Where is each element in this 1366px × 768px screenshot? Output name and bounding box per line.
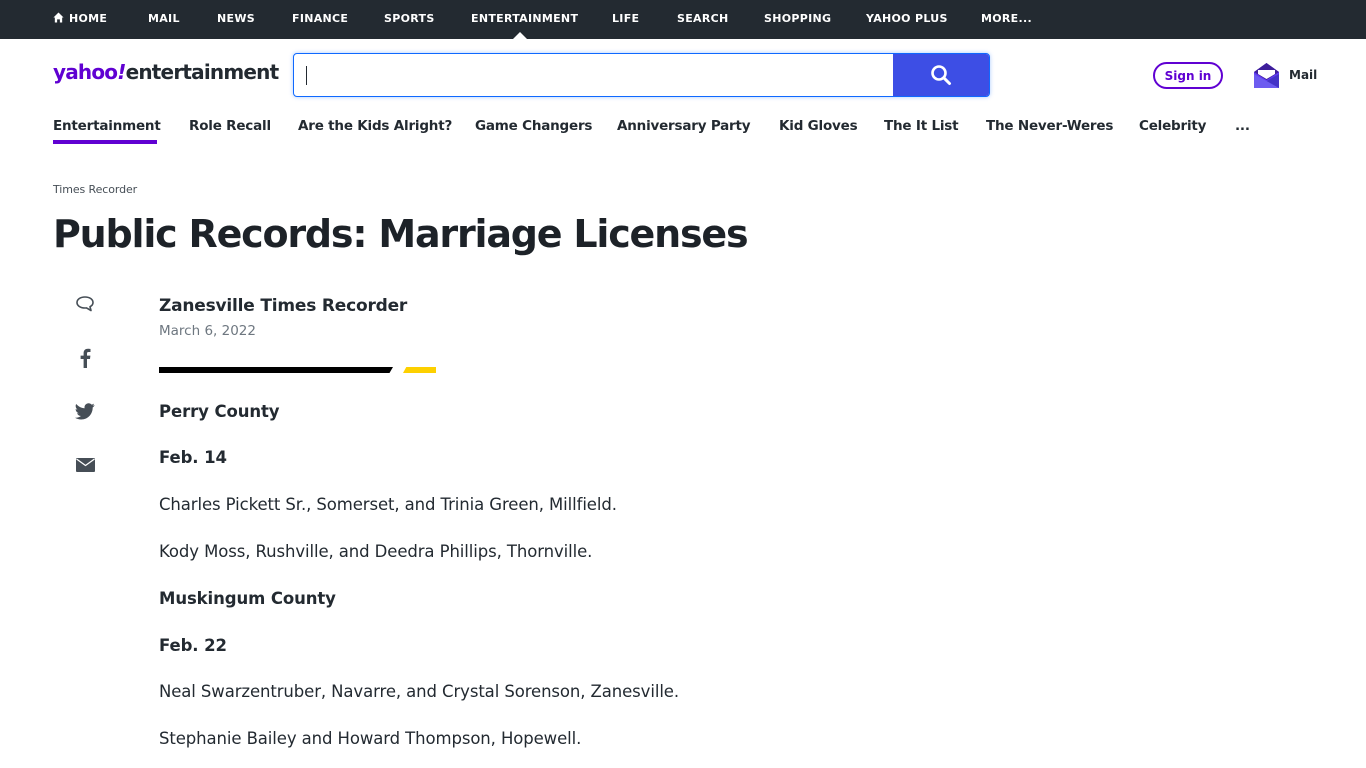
paragraph-license-entry: Charles Pickett Sr., Somerset, and Trini… [159, 495, 617, 514]
comment-button[interactable] [73, 292, 97, 316]
facebook-share-button[interactable] [73, 346, 97, 370]
sign-in-button[interactable]: Sign in [1153, 62, 1223, 89]
facebook-icon [80, 348, 91, 368]
home-icon [53, 12, 64, 23]
author-name: Zanesville Times Recorder [159, 296, 408, 316]
paragraph-date-heading: Feb. 22 [159, 636, 227, 655]
subnav-item-kid-gloves[interactable]: Kid Gloves [779, 118, 858, 134]
topnav-item-search[interactable]: SEARCH [677, 12, 729, 25]
email-icon [75, 458, 95, 472]
byline-divider [159, 367, 393, 373]
subnav-active-indicator [53, 140, 157, 144]
paragraph-license-entry: Neal Swarzentruber, Navarre, and Crystal… [159, 682, 679, 701]
subnav-item-anniversary-party[interactable]: Anniversary Party [617, 118, 751, 134]
search-input[interactable] [294, 54, 894, 96]
topnav-item-mail[interactable]: MAIL [148, 12, 180, 25]
byline-divider-accent [403, 367, 436, 373]
article-title: Public Records: Marriage Licenses [53, 212, 749, 256]
active-caret [513, 32, 527, 39]
topnav-item-finance[interactable]: FINANCE [292, 12, 348, 25]
topnav-item-sports[interactable]: SPORTS [384, 12, 435, 25]
subnav-item-celebrity[interactable]: Celebrity [1139, 118, 1206, 134]
yahoo-entertainment-logo[interactable]: yahoo!entertainment [53, 60, 280, 84]
paragraph-county-heading: Muskingum County [159, 589, 336, 608]
logo-bang: ! [117, 60, 126, 84]
logo-brand: yahoo [53, 60, 118, 84]
top-nav: HOME MAIL NEWS FINANCE SPORTS ENTERTAINM… [0, 0, 1366, 39]
subnav-more-button[interactable]: ... [1235, 118, 1250, 134]
mail-label: Mail [1289, 68, 1318, 82]
comment-icon [76, 296, 94, 312]
subnav-item-role-recall[interactable]: Role Recall [189, 118, 271, 134]
twitter-share-button[interactable] [73, 399, 97, 423]
publish-date: March 6, 2022 [159, 323, 256, 339]
subnav-item-entertainment[interactable]: Entertainment [53, 118, 161, 134]
search-icon [931, 65, 951, 85]
topnav-item-home[interactable]: HOME [53, 12, 107, 25]
provider-link[interactable]: Times Recorder [53, 183, 137, 196]
search-box [293, 53, 990, 97]
paragraph-license-entry: Kody Moss, Rushville, and Deedra Phillip… [159, 542, 593, 561]
paragraph-license-entry: Stephanie Bailey and Howard Thompson, Ho… [159, 729, 582, 748]
mail-link[interactable]: Mail [1254, 62, 1317, 88]
search-button[interactable] [893, 54, 989, 96]
logo-section: entertainment [125, 60, 280, 84]
topnav-item-shopping[interactable]: SHOPPING [764, 12, 831, 25]
topnav-item-entertainment[interactable]: ENTERTAINMENT [471, 12, 578, 25]
subnav-item-are-the-kids-alright[interactable]: Are the Kids Alright? [298, 118, 452, 134]
paragraph-county-heading: Perry County [159, 402, 280, 421]
topnav-item-news[interactable]: NEWS [217, 12, 255, 25]
topnav-item-label: HOME [69, 12, 108, 25]
subnav-item-the-never-weres[interactable]: The Never-Weres [986, 118, 1113, 134]
text-cursor [306, 66, 307, 85]
topnav-item-more[interactable]: MORE... [981, 12, 1032, 25]
topnav-item-life[interactable]: LIFE [612, 12, 639, 25]
mail-envelope-icon [1254, 63, 1279, 88]
topnav-item-yahoo-plus[interactable]: YAHOO PLUS [866, 12, 948, 25]
subnav-item-the-it-list[interactable]: The It List [884, 118, 959, 134]
paragraph-date-heading: Feb. 14 [159, 448, 227, 467]
twitter-icon [75, 402, 95, 419]
subnav-item-game-changers[interactable]: Game Changers [475, 118, 592, 134]
email-share-button[interactable] [73, 453, 97, 477]
